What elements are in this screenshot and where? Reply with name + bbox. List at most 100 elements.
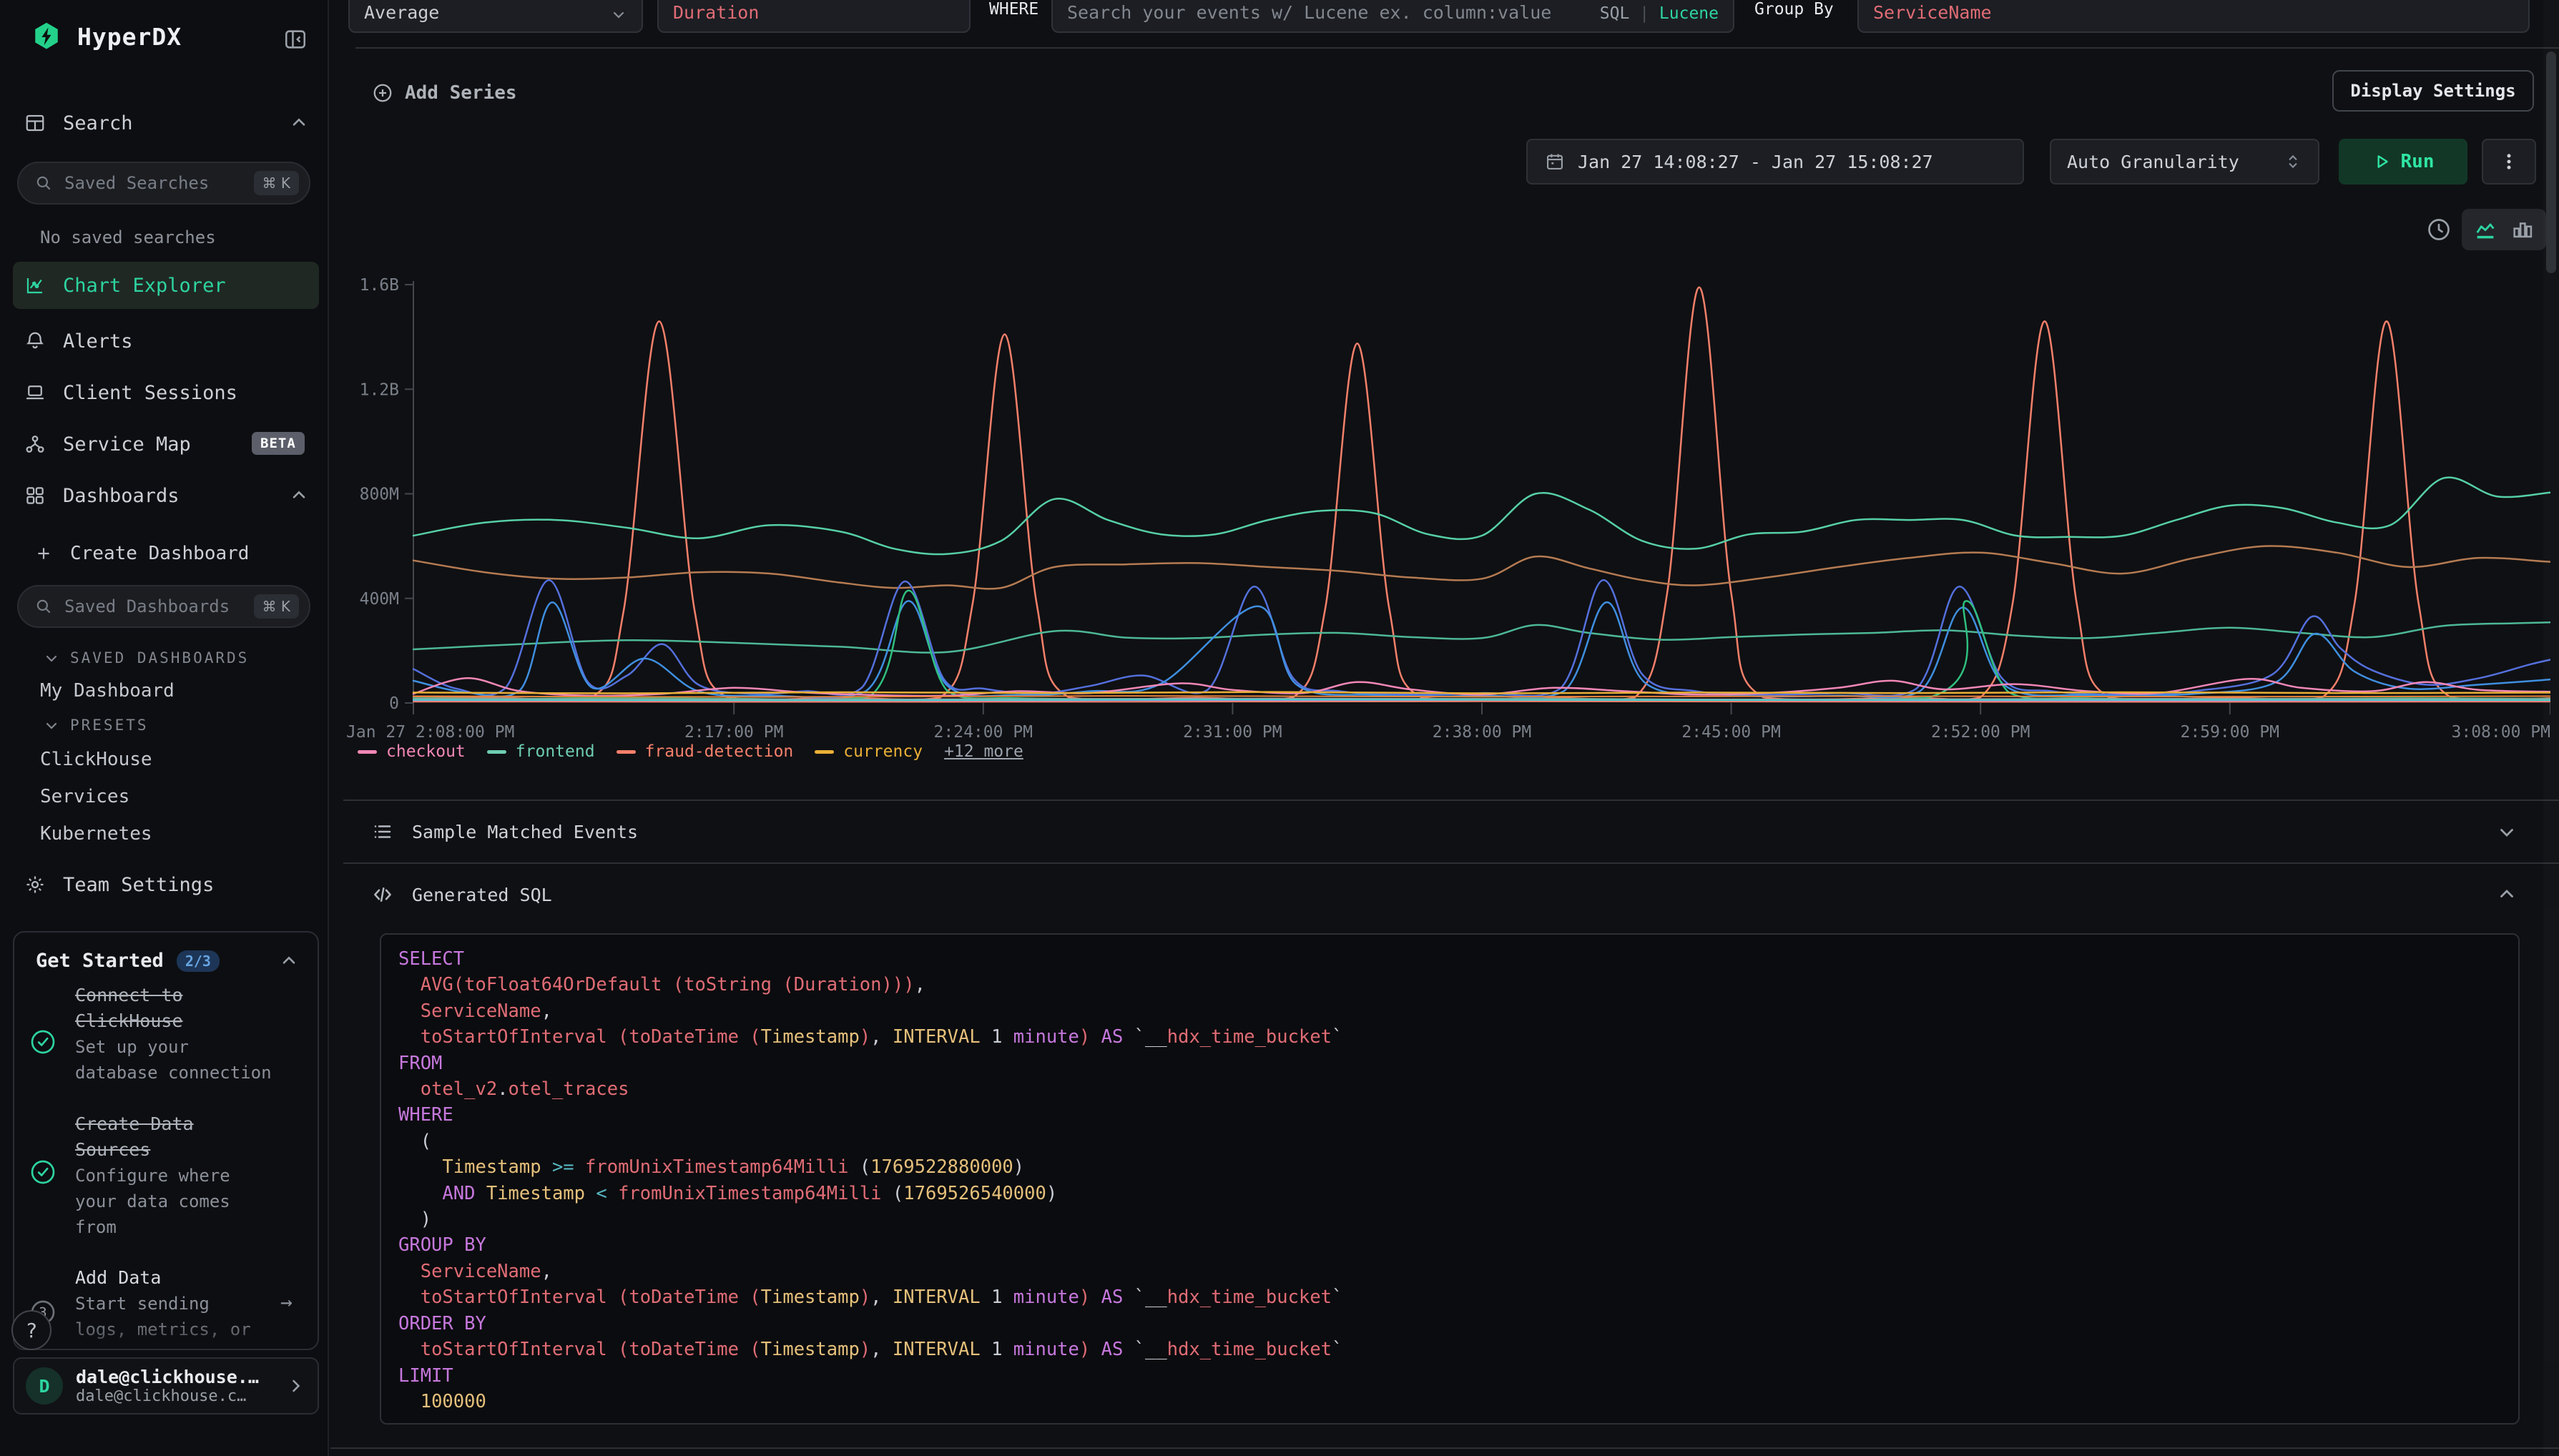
help-label: ? xyxy=(26,1319,38,1342)
granularity-select[interactable]: Auto Granularity xyxy=(2050,139,2319,185)
svg-text:2:52:00 PM: 2:52:00 PM xyxy=(1931,723,2030,742)
saved-dashboards-group[interactable]: SAVED DASHBOARDS xyxy=(43,649,249,666)
legend-label: fraud-detection xyxy=(645,742,794,761)
chevron-down-icon xyxy=(43,649,60,666)
sidebar-item-client-sessions[interactable]: Client Sessions xyxy=(24,377,237,408)
chart-tools xyxy=(2426,209,2546,250)
dashboards-collapse-chevron-icon[interactable] xyxy=(289,486,309,506)
code-icon xyxy=(372,884,393,905)
generated-sql-section[interactable]: Generated SQL xyxy=(372,874,2518,915)
gear-icon xyxy=(24,874,46,895)
svg-text:0: 0 xyxy=(389,694,399,713)
get-started-step-2[interactable]: Create Data Sources Configure where your… xyxy=(75,1111,304,1240)
field-input[interactable]: Duration xyxy=(657,0,971,33)
sql-line: ) xyxy=(398,1206,2501,1232)
account-menu[interactable]: D dale@clickhouse.… dale@clickhouse.c… xyxy=(13,1357,319,1415)
sidebar-item-alerts[interactable]: Alerts xyxy=(24,325,133,357)
sidebar-item-chart-explorer[interactable]: Chart Explorer xyxy=(13,262,319,309)
sql-line: AVG(toFloat64OrDefault (toString (Durati… xyxy=(398,972,2501,998)
sidebar-item-team-settings[interactable]: Team Settings xyxy=(24,869,214,900)
create-dashboard-label: Create Dashboard xyxy=(70,543,249,564)
add-series-button[interactable]: Add Series xyxy=(372,75,517,111)
chevron-up-down-icon xyxy=(2284,152,2302,171)
run-button[interactable]: Run xyxy=(2339,139,2467,185)
sidebar-item-services-preset[interactable]: Services xyxy=(40,782,129,811)
sql-line: otel_v2.otel_traces xyxy=(398,1076,2501,1102)
sql-line: SELECT xyxy=(398,946,2501,972)
scrollbar-thumb[interactable] xyxy=(2546,51,2556,273)
language-toggle[interactable]: SQL | Lucene xyxy=(1600,4,1719,23)
sidebar-item-service-map[interactable]: Service Map xyxy=(24,428,191,460)
chevron-down-icon[interactable] xyxy=(2496,821,2518,842)
service-map-icon xyxy=(24,433,46,455)
saved-searches-input[interactable]: Saved Searches ⌘ K xyxy=(17,162,310,205)
svg-text:400M: 400M xyxy=(360,590,399,609)
scrollbar[interactable] xyxy=(2543,0,2559,1456)
date-range-picker[interactable]: Jan 27 14:08:27 - Jan 27 15:08:27 xyxy=(1526,139,2024,185)
sidebar-item-dashboards[interactable]: Dashboards xyxy=(24,480,180,511)
legend-item[interactable]: frontend xyxy=(487,742,595,761)
check-circle-icon xyxy=(29,1158,57,1186)
sidebar-collapse-icon[interactable] xyxy=(283,27,308,51)
sidebar-item-clickhouse-preset[interactable]: ClickHouse xyxy=(40,745,152,774)
get-started-header[interactable]: Get Started 2/3 xyxy=(14,933,318,972)
sql-line: FROM xyxy=(398,1051,2501,1076)
sidebar-item-my-dashboard[interactable]: My Dashboard xyxy=(40,677,175,705)
sql-line: ORDER BY xyxy=(398,1311,2501,1337)
get-started-step-3[interactable]: Add Data Start sending logs, metrics, or… xyxy=(75,1265,304,1350)
svg-text:2:17:00 PM: 2:17:00 PM xyxy=(684,723,783,742)
section-divider xyxy=(343,862,2559,864)
search-icon xyxy=(34,597,53,616)
chart-legend: checkout frontend fraud-detection currency +… xyxy=(358,742,1023,761)
sql-line: AND Timestamp < fromUnixTimestamp64Milli… xyxy=(398,1181,2501,1206)
calendar-icon xyxy=(1545,152,1565,172)
get-started-progress-badge: 2/3 xyxy=(177,950,220,972)
legend-more-link[interactable]: +12 more xyxy=(944,742,1023,761)
svg-text:2:24:00 PM: 2:24:00 PM xyxy=(934,723,1033,742)
svg-text:3:08:00 PM: 3:08:00 PM xyxy=(2452,723,2550,742)
bottom-divider xyxy=(330,1447,2559,1449)
legend-item[interactable]: checkout xyxy=(358,742,466,761)
saved-dashboards-input[interactable]: Saved Dashboards ⌘ K xyxy=(17,585,310,628)
list-icon xyxy=(372,821,393,842)
search-collapse-chevron-icon[interactable] xyxy=(289,113,309,133)
chevron-up-icon[interactable] xyxy=(279,951,299,971)
search-icon xyxy=(34,174,53,192)
legend-item[interactable]: fraud-detection xyxy=(617,742,794,761)
aggregation-select[interactable]: Average xyxy=(348,0,643,33)
play-icon xyxy=(2372,152,2391,171)
sidebar: HyperDX Search Saved Searches ⌘ K No sav… xyxy=(0,0,329,1456)
generated-sql-code[interactable]: SELECT AVG(toFloat64OrDefault (toString … xyxy=(380,933,2520,1425)
plus-icon xyxy=(34,544,53,563)
presets-group[interactable]: PRESETS xyxy=(43,717,149,734)
sidebar-item-kubernetes-preset[interactable]: Kubernetes xyxy=(40,820,152,848)
sidebar-item-label: Team Settings xyxy=(63,874,214,896)
sample-matched-events-section[interactable]: Sample Matched Events xyxy=(372,811,2518,852)
legend-label: frontend xyxy=(516,742,595,761)
chart-explorer-icon xyxy=(24,275,46,296)
line-chart-toggle-icon[interactable] xyxy=(2473,217,2497,242)
legend-item[interactable]: currency xyxy=(815,742,923,761)
sql-line: LIMIT xyxy=(398,1363,2501,1389)
events-search-input[interactable]: Search your events w/ Lucene ex. column:… xyxy=(1051,0,1734,33)
help-button[interactable]: ? xyxy=(11,1310,51,1350)
more-options-button[interactable] xyxy=(2482,139,2536,185)
hyperdx-logo-icon xyxy=(31,20,62,53)
check-circle-icon xyxy=(29,1028,57,1056)
display-settings-button[interactable]: Display Settings xyxy=(2332,70,2534,112)
legend-swatch xyxy=(617,750,636,754)
create-dashboard-button[interactable]: Create Dashboard xyxy=(34,538,249,569)
avatar: D xyxy=(26,1367,63,1405)
sidebar-item-search[interactable]: Search xyxy=(24,107,133,139)
group-by-input[interactable]: ServiceName xyxy=(1857,0,2530,33)
saved-dashboards-placeholder: Saved Dashboards xyxy=(64,596,242,616)
hyperdx-app: HyperDX Search Saved Searches ⌘ K No sav… xyxy=(0,0,2559,1456)
time-format-icon[interactable] xyxy=(2426,217,2452,242)
chevron-up-icon[interactable] xyxy=(2496,884,2518,905)
bell-icon xyxy=(24,330,46,352)
bar-chart-toggle-icon[interactable] xyxy=(2510,217,2535,242)
timeseries-chart[interactable]: 0400M800M1.2B1.6BJan 27 2:08:00 PM2:17:0… xyxy=(343,275,2550,747)
dashboards-icon xyxy=(24,485,46,506)
account-email: dale@clickhouse.c… xyxy=(76,1387,273,1405)
get-started-step-1[interactable]: Connect to ClickHouse Set up your databa… xyxy=(75,983,304,1086)
